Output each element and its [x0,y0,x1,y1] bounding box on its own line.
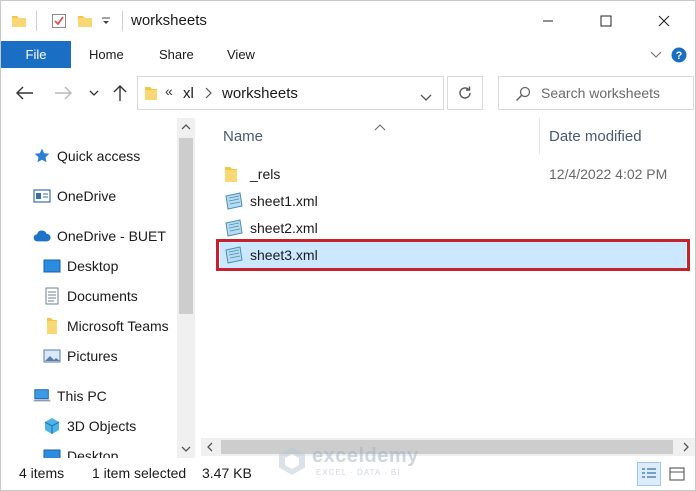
recent-locations-icon[interactable] [84,81,104,105]
explorer-window: worksheets File Home Share View ? « xl w… [0,0,696,491]
desktop-icon [43,447,61,458]
scroll-thumb[interactable] [179,138,193,314]
window-title: worksheets [131,12,207,29]
nav-item-this-pc[interactable]: This PC [33,385,107,407]
title-bar: worksheets [1,1,695,41]
folder-icon [9,11,29,31]
maximize-button[interactable] [577,1,635,41]
star-icon [33,147,51,165]
file-list: Name Date modified _rels 12/4/2022 4:02 … [206,118,695,458]
search-input[interactable] [541,83,691,103]
search-box[interactable] [498,76,694,110]
refresh-button[interactable] [447,76,483,110]
file-name: sheet1.xml [250,193,318,209]
file-row-sheet2[interactable]: sheet2.xml [220,215,686,241]
nav-item-microsoft-teams[interactable]: Microsoft Teams [43,315,169,337]
column-header-name[interactable]: Name [223,118,263,154]
breadcrumb-overflow[interactable]: « [165,83,173,99]
address-dropdown-icon[interactable] [420,89,432,107]
pictures-icon [43,347,61,365]
navigation-pane: Quick access OneDrive OneDrive - BUET De… [1,118,197,458]
tab-share[interactable]: Share [159,41,194,68]
nav-item-onedrive[interactable]: OneDrive [33,185,116,207]
desktop-icon [43,257,61,275]
scroll-left-icon[interactable] [201,438,219,456]
selection-highlight-box [216,239,690,271]
svg-text:?: ? [676,50,683,62]
scroll-right-icon[interactable] [677,438,695,456]
nav-item-documents[interactable]: Documents [43,285,138,307]
tab-view[interactable]: View [227,41,255,68]
file-row-rels[interactable]: _rels 12/4/2022 4:02 PM [220,161,686,187]
selection-size: 3.47 KB [202,465,252,481]
nav-item-label: OneDrive [57,188,117,204]
scroll-down-icon[interactable] [177,440,195,458]
title-separator [122,11,123,31]
computer-icon [33,387,51,405]
tab-file[interactable]: File [1,41,71,68]
tab-home[interactable]: Home [89,41,124,68]
column-divider[interactable] [539,118,540,154]
minimize-button[interactable] [519,1,577,41]
nav-item-quick-access[interactable]: Quick access [33,145,140,167]
file-date: 12/4/2022 4:02 PM [549,166,668,182]
nav-item-label: OneDrive - BUET [57,228,166,244]
xml-file-icon [224,192,244,210]
cube-icon [43,417,61,435]
help-icon[interactable]: ? [669,45,689,65]
search-icon [515,86,531,107]
chevron-right-icon[interactable] [204,86,212,104]
forward-button[interactable] [51,81,75,105]
nav-item-pictures[interactable]: Pictures [43,345,118,367]
file-row-sheet1[interactable]: sheet1.xml [220,188,686,214]
sort-ascending-icon [374,118,386,136]
selection-count: 1 item selected [92,465,187,481]
nav-item-label: Quick access [57,148,141,164]
large-icons-view-button[interactable] [665,462,689,486]
folder-icon [224,165,244,183]
address-bar[interactable]: « xl worksheets [137,76,444,110]
navigation-bar: « xl worksheets [1,68,695,118]
nav-item-desktop[interactable]: Desktop [43,255,118,277]
folder-icon [43,317,61,335]
new-folder-icon[interactable] [75,11,95,31]
up-button[interactable] [108,81,132,105]
nav-item-label: Pictures [67,348,118,364]
status-bar: 4 items 1 item selected 3.47 KB [1,458,695,490]
file-name: sheet2.xml [250,220,318,236]
close-button[interactable] [635,1,693,41]
item-count: 4 items [19,465,65,481]
customize-toolbar-icon[interactable] [98,11,114,31]
breadcrumb-worksheets[interactable]: worksheets [222,85,298,102]
scroll-up-icon[interactable] [177,118,195,136]
title-separator [36,11,37,31]
expand-ribbon-icon[interactable] [646,45,666,65]
breadcrumb-xl[interactable]: xl [183,85,194,102]
properties-icon[interactable] [48,11,70,31]
ribbon: File Home Share View ? [1,41,695,68]
nav-item-label: Documents [67,288,138,304]
back-button[interactable] [13,81,37,105]
nav-item-label: Microsoft Teams [67,318,169,334]
folder-icon [144,85,158,106]
nav-item-label: Desktop [67,448,119,458]
cloud-icon [33,227,51,245]
nav-item-label: Desktop [67,258,119,274]
onedrive-icon [33,187,51,205]
details-view-button[interactable] [637,462,661,486]
column-header-date-modified[interactable]: Date modified [549,118,642,154]
file-name: _rels [250,166,281,182]
nav-item-3d-objects[interactable]: 3D Objects [43,415,136,437]
nav-item-label: 3D Objects [67,418,137,434]
nav-scrollbar[interactable] [177,118,195,458]
nav-item-label: This PC [57,388,107,404]
xml-file-icon [224,219,244,237]
nav-item-onedrive-buet[interactable]: OneDrive - BUET [33,225,166,247]
documents-icon [43,287,61,305]
nav-item-desktop-pc[interactable]: Desktop [43,445,118,458]
